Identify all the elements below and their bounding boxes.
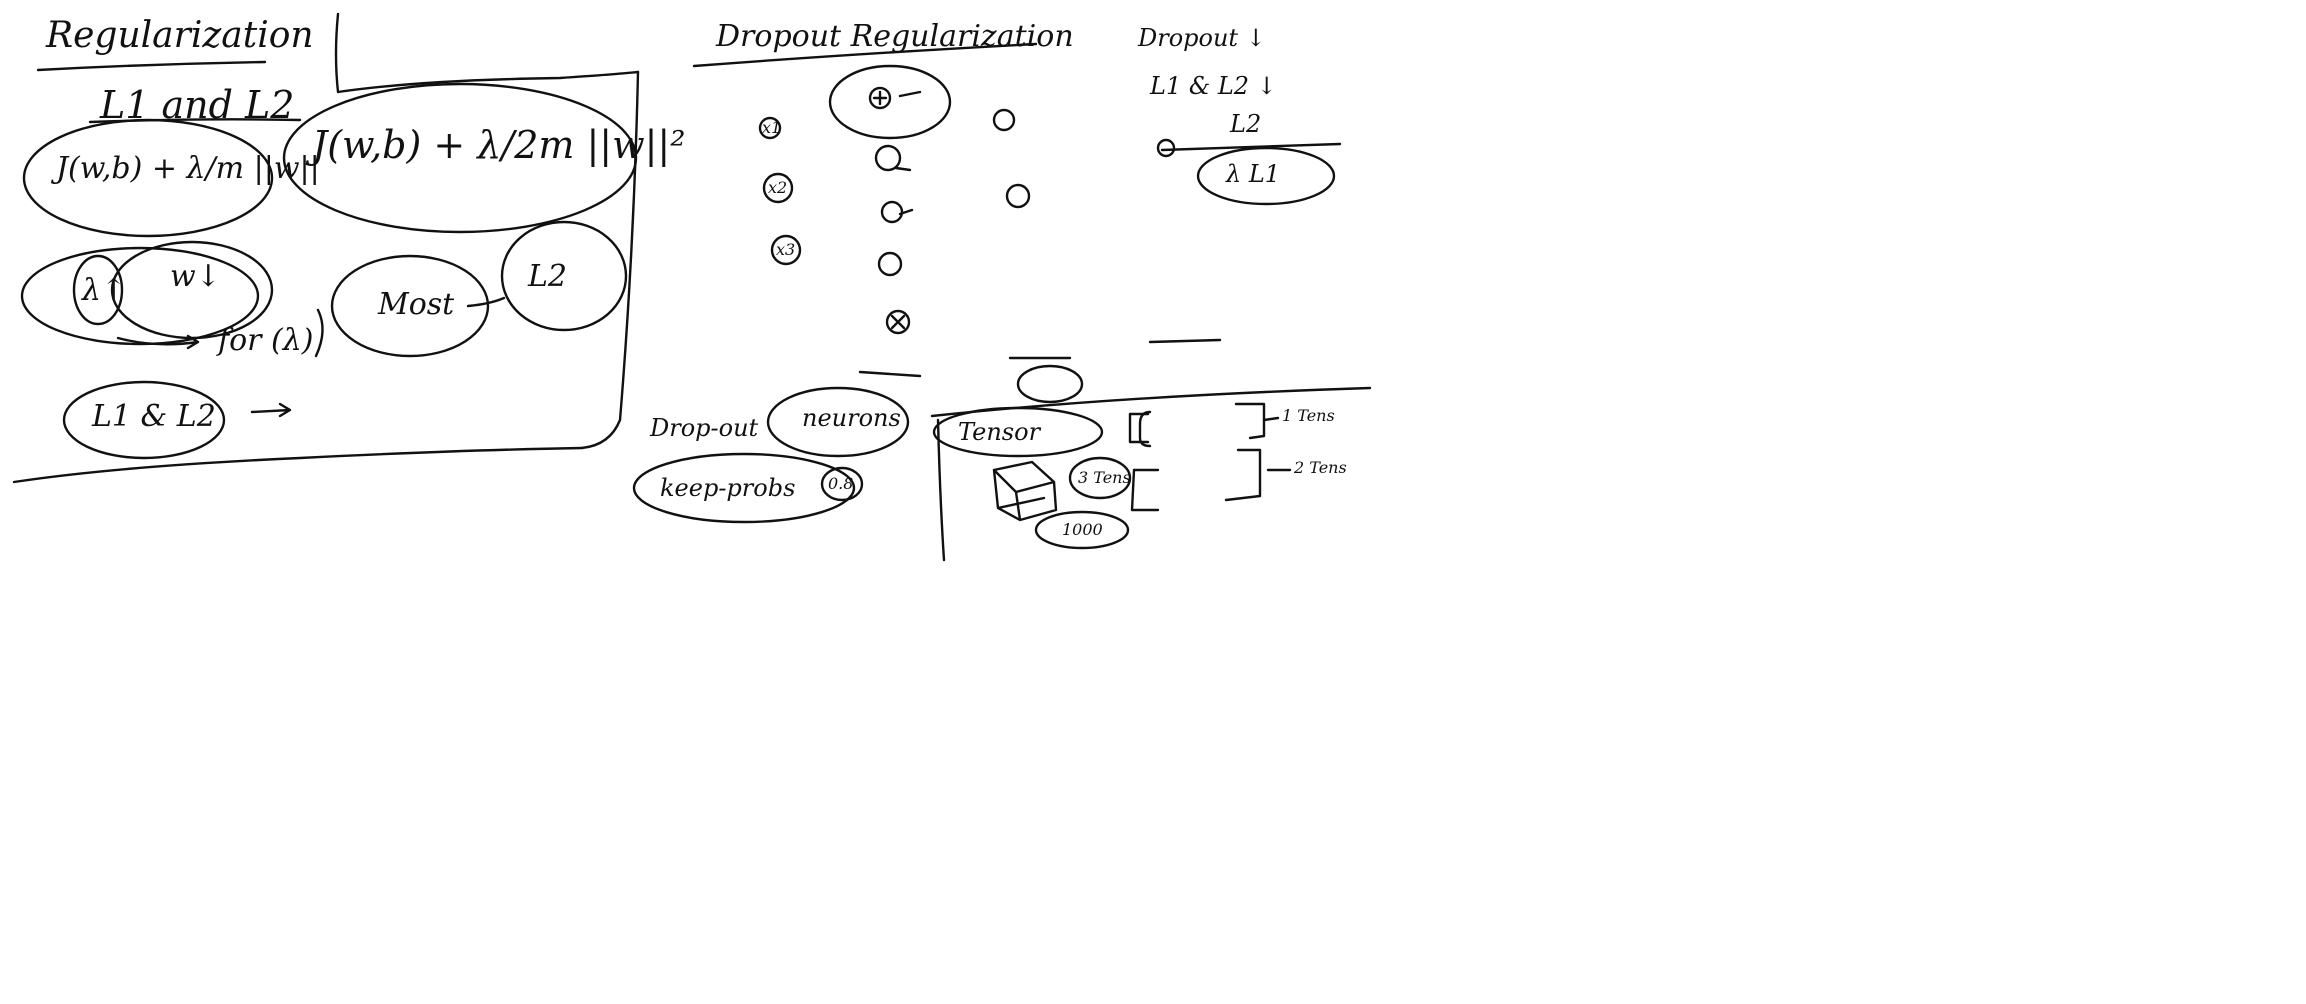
- right-l2-label: L2: [1230, 110, 1262, 138]
- neuron-out-1: [992, 108, 1016, 132]
- right-l1-l2: L1 & L2 ↓: [1150, 72, 1277, 100]
- two-tensor-label: 2 Tens: [1294, 458, 1347, 477]
- most-label: Most: [378, 287, 455, 322]
- most-arrow: [466, 296, 506, 308]
- neuron-hidden-1-dash: [894, 166, 912, 172]
- tensor-bracket-2: [1130, 468, 1160, 512]
- keep-probs-label: keep-probs: [660, 474, 796, 502]
- l1-l2-label: L1 & L2: [92, 399, 216, 434]
- neuron-hidden-2: [880, 200, 904, 224]
- whiteboard-canvas[interactable]: Regularization L1 and L2 J(w,b) + λ/m ||…: [0, 0, 2306, 1004]
- w-down-label: w↓: [170, 259, 221, 294]
- left-panel-top-rule: [36, 60, 267, 72]
- one-tensor-arrow: [1262, 416, 1280, 422]
- l1-l2-arrow: [250, 402, 292, 418]
- tensor-label: Tensor: [958, 418, 1041, 446]
- neuron-label-x2: x2: [768, 178, 788, 197]
- three-tensor-label: 3 Tens: [1078, 468, 1131, 487]
- for-lambda-paren-close: [314, 308, 324, 358]
- neuron-hidden-1: [874, 144, 902, 172]
- neuron-out-2: [1005, 183, 1031, 209]
- left-subtitle: L1 and L2: [100, 83, 295, 127]
- neuron-label-x1: x1: [762, 118, 782, 137]
- lambda-up-label: λ↑: [82, 273, 127, 308]
- neuron-x-top-mark: [872, 90, 888, 106]
- tensor-bracket-1-close: [1234, 402, 1266, 440]
- middle-bottom-rule-1: [858, 370, 922, 378]
- one-tensor-label: 1 Tens: [1282, 406, 1335, 425]
- thousand-label: 1000: [1062, 520, 1103, 539]
- formula-l1: J(w,b) + λ/m ||w||: [56, 151, 320, 186]
- formula-l2: J(w,b) + λ/2m ||w||²: [312, 123, 686, 167]
- neuron-label-x3: x3: [776, 240, 796, 259]
- right-bottom-rule: [1148, 338, 1222, 344]
- neuron-top-dash: [898, 90, 922, 98]
- middle-title: Dropout Regularization: [716, 19, 1074, 54]
- right-l1-circled: λ L1: [1226, 160, 1281, 188]
- right-title: Dropout ↓: [1138, 24, 1266, 52]
- left-title: Regularization: [46, 15, 314, 56]
- left-panel-bottom-border: [12, 446, 584, 484]
- neuron-hidden-3: [877, 251, 903, 277]
- tensor-top-circle: [1016, 364, 1084, 404]
- for-lambda-label: for (λ): [218, 323, 314, 358]
- neurons-label: neurons: [802, 404, 901, 432]
- dropout-label: Drop-out: [650, 414, 759, 442]
- left-panel-divider: [334, 12, 640, 94]
- right-dot: [1156, 138, 1176, 158]
- keep-probs-value: 0.8: [828, 474, 854, 493]
- cube: [992, 460, 1058, 522]
- tensor-bracket-2-close: [1224, 448, 1262, 502]
- l2-circled-label: L2: [528, 259, 568, 294]
- hidden-cross: [890, 314, 906, 330]
